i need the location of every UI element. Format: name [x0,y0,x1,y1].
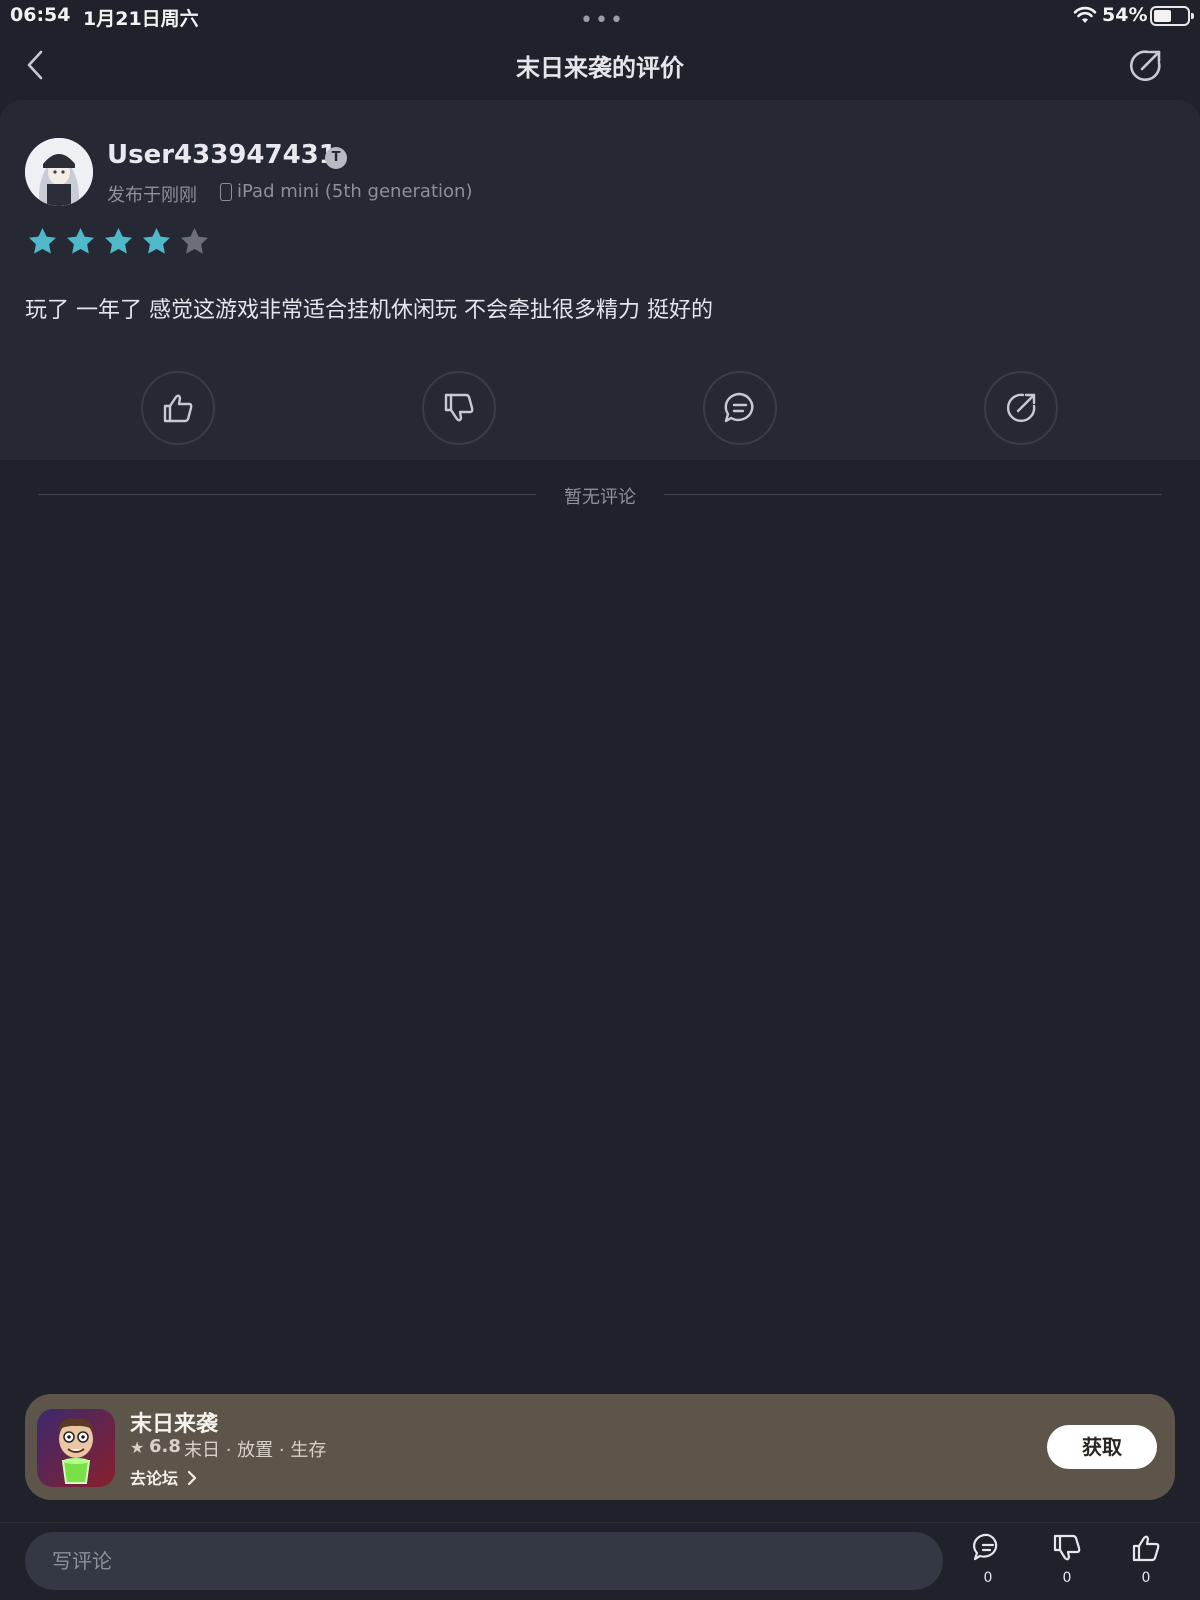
comment-input[interactable]: 写评论 [25,1532,943,1590]
comment-icon [973,1533,998,1561]
bottom-dislike-button[interactable]: 0 [1037,1532,1097,1586]
like-button[interactable] [141,371,215,445]
thumbs-down-icon [1053,1534,1081,1561]
avatar-image [25,138,93,206]
share-icon [1129,50,1161,82]
divider-line [664,494,1162,495]
star-empty-icon [181,228,208,254]
comment-button[interactable] [703,371,777,445]
status-time: 06:54 [10,4,71,26]
posted-time: 发布于刚刚 [107,185,197,206]
app-icon-image [37,1409,115,1487]
divider-line [38,494,536,495]
star-icon: ★ [130,1438,145,1457]
page-title: 末日来袭的评价 [516,54,684,82]
app-tags: 末日 · 放置 · 生存 [184,1440,327,1461]
comment-count: 0 [983,1570,993,1586]
bottom-comment-button[interactable]: 0 [958,1532,1018,1586]
star-filled-icon [105,228,132,254]
dislike-count: 0 [1062,1570,1072,1586]
app-rating: 6.8 [149,1436,181,1457]
battery-icon [1150,6,1194,26]
bottom-like-button[interactable]: 0 [1116,1532,1176,1586]
device-icon [220,183,232,201]
no-comments-label: 暂无评论 [564,487,636,508]
multitask-dots[interactable]: ••• [580,8,625,33]
forum-link-label: 去论坛 [130,1469,179,1488]
forum-link[interactable]: 去论坛 [130,1465,197,1489]
thumbs-up-icon [1132,1535,1160,1562]
chevron-right-icon [187,1470,196,1486]
wifi-icon [1073,6,1097,30]
share-button[interactable] [1126,47,1164,85]
app-icon[interactable] [37,1409,115,1487]
app-name: 末日来袭 [130,1412,219,1437]
battery-percent: 54% [1102,4,1148,26]
like-count: 0 [1141,1570,1151,1586]
thumbs-down-icon [444,393,474,422]
star-filled-icon [67,228,94,254]
avatar[interactable] [25,138,93,206]
device-name: iPad mini (5th generation) [237,181,473,202]
get-button[interactable]: 获取 [1047,1425,1157,1469]
share-review-button[interactable] [984,371,1058,445]
review-text: 玩了 一年了 感觉这游戏非常适合挂机休闲玩 不会牵扯很多精力 挺好的 [25,298,713,323]
username[interactable]: User433947431 [107,140,337,170]
star-filled-icon [29,228,56,254]
status-date: 1月21日周六 [83,8,199,30]
thumbs-up-icon [163,394,193,423]
share-icon [1007,393,1036,422]
user-level-badge: T [325,147,347,169]
star-filled-icon [143,228,170,254]
dislike-button[interactable] [422,371,496,445]
comment-icon [724,392,754,423]
rating-stars [27,226,210,257]
